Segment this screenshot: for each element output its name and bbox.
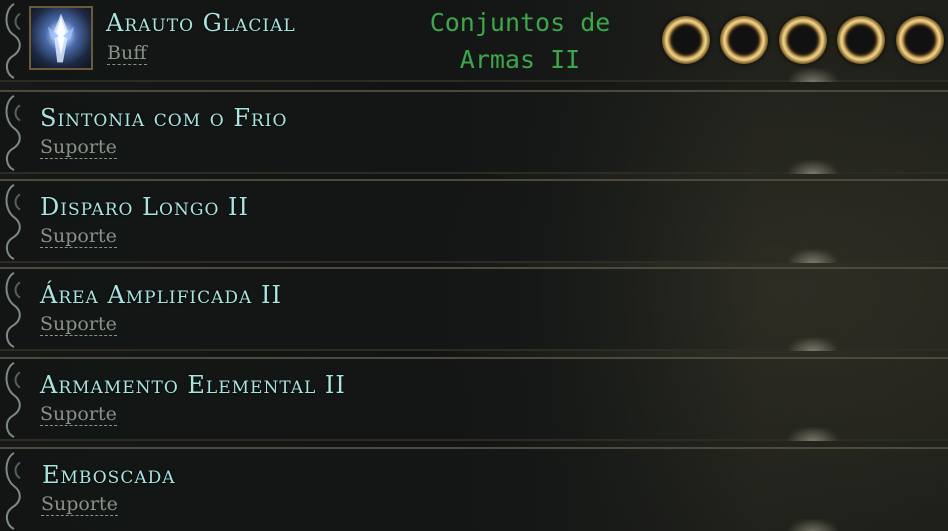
- row-ornament: [0, 92, 30, 172]
- support-gem-type: Suporte: [40, 136, 117, 159]
- socket-3[interactable]: [779, 16, 827, 64]
- row-ornament: [0, 449, 30, 531]
- support-gem-type: Suporte: [40, 403, 117, 426]
- socket-1[interactable]: [662, 16, 710, 64]
- support-gem-name: Emboscada: [42, 461, 176, 489]
- support-gem-name: Área Amplificada II: [40, 281, 282, 309]
- support-gem-name: Disparo Longo II: [40, 193, 249, 221]
- socket-2[interactable]: [720, 16, 768, 64]
- support-gem-type: Suporte: [40, 225, 117, 248]
- support-row[interactable]: Emboscada Suporte: [0, 447, 948, 531]
- support-row[interactable]: Armamento Elemental II Suporte: [0, 357, 948, 441]
- support-gem-type: Suporte: [41, 493, 118, 516]
- support-row[interactable]: Área Amplificada II Suporte: [0, 267, 948, 351]
- row-ornament: [0, 359, 30, 439]
- skill-gem-type: Buff: [107, 42, 147, 65]
- socket-5[interactable]: [896, 16, 944, 64]
- skill-gem-panel: com o Frio Longo feito Aumentada nto Ele…: [0, 0, 948, 531]
- row-ornament: [0, 181, 30, 261]
- socket-4[interactable]: [837, 16, 885, 64]
- weapon-set-annotation: Conjuntos de Armas II: [429, 8, 611, 74]
- support-gem-name: Armamento Elemental II: [40, 371, 346, 399]
- support-gem-type: Suporte: [40, 313, 117, 336]
- support-row[interactable]: Disparo Longo II Suporte: [0, 179, 948, 263]
- row-ornament: [0, 269, 30, 349]
- support-gem-name: Sintonia com o Frio: [40, 104, 288, 132]
- row-ornament: [0, 0, 30, 80]
- skill-gem-name: Arauto Glacial: [106, 9, 296, 37]
- support-row[interactable]: Sintonia com o Frio Suporte: [0, 90, 948, 174]
- ice-crystal-icon[interactable]: [29, 6, 93, 70]
